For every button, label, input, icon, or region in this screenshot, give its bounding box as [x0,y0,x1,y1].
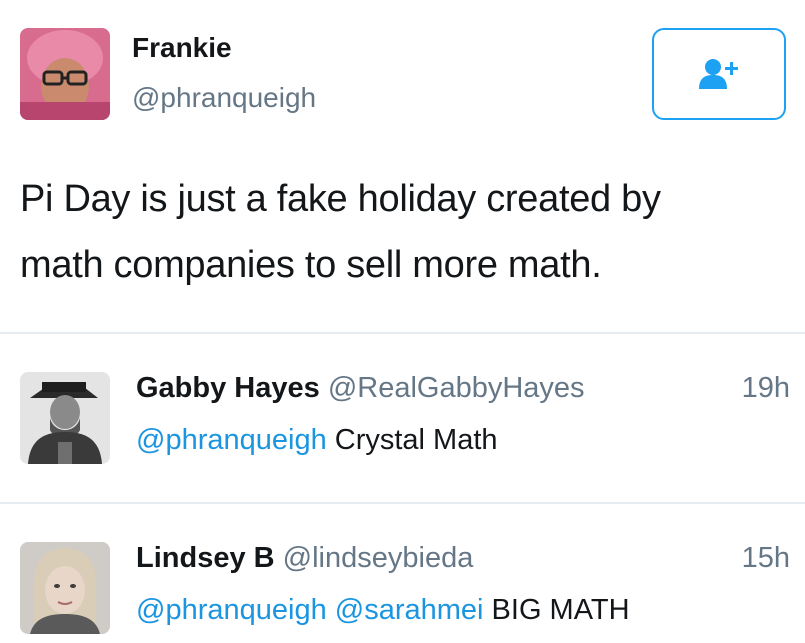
reply-text: @phranqueigh Crystal Math [136,424,498,457]
author-handle[interactable]: @phranqueigh [132,82,316,114]
reply-author-handle[interactable]: @RealGabbyHayes [328,372,585,404]
reply-item[interactable]: Lindsey B @lindseybieda 15h @phranqueigh… [20,542,790,643]
reply-avatar[interactable] [20,542,110,634]
reply-timestamp[interactable]: 19h [742,372,790,405]
reply-text: @phranqueigh @sarahmei BIG MATH [136,594,630,627]
mention-link[interactable]: @sarahmei [335,594,484,626]
mention-link[interactable]: @phranqueigh [136,594,327,626]
tweet-text: Pi Day is just a fake holiday created by… [20,166,790,298]
divider [0,332,805,334]
divider [0,502,805,504]
reply-timestamp[interactable]: 15h [742,542,790,575]
reply-author-name[interactable]: Lindsey B [136,542,275,574]
follow-button[interactable] [652,28,786,120]
reply-avatar[interactable] [20,372,110,464]
add-user-icon [699,59,738,89]
author-name[interactable]: Frankie [132,32,232,64]
reply-avatar-image [20,372,110,464]
tweet-text-line-1: Pi Day is just a fake holiday created by [20,178,661,220]
tweet-card: Frankie @phranqueigh Pi Day is just a fa… [0,0,805,643]
mention-link[interactable]: @phranqueigh [136,424,327,456]
reply-name-line: Lindsey B @lindseybieda [136,542,473,575]
main-tweet-header: Frankie @phranqueigh [20,28,790,128]
reply-author-handle[interactable]: @lindseybieda [283,542,474,574]
reply-body: Crystal Math [334,424,498,456]
reply-item[interactable]: Gabby Hayes @RealGabbyHayes 19h @phranqu… [20,372,790,482]
reply-author-name[interactable]: Gabby Hayes [136,372,320,404]
reply-avatar-image [20,542,110,634]
author-avatar-image [20,28,110,120]
reply-body: BIG MATH [491,594,630,626]
author-avatar[interactable] [20,28,110,120]
reply-name-line: Gabby Hayes @RealGabbyHayes [136,372,585,405]
tweet-text-line-2: math companies to sell more math. [20,244,602,286]
